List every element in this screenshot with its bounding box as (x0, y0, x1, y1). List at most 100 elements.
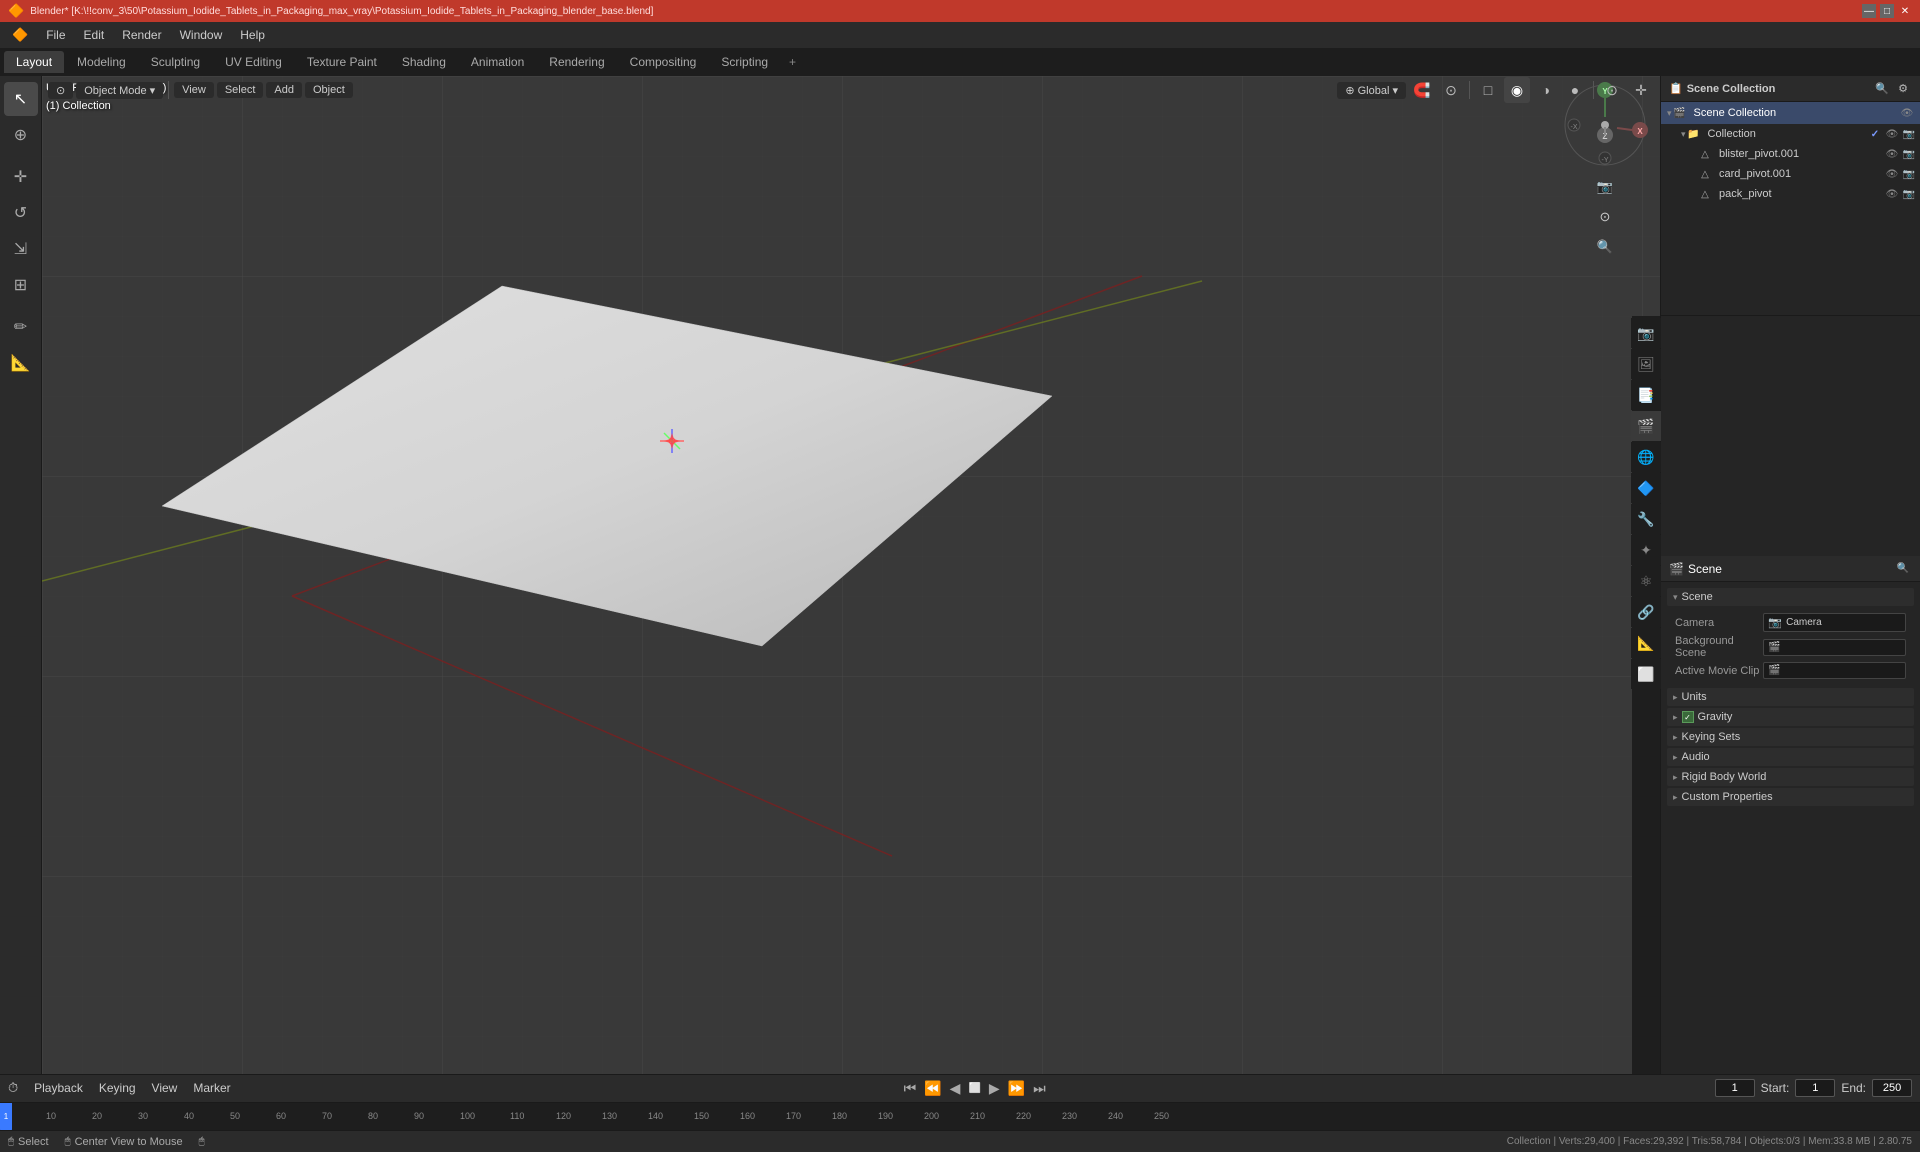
step-back-button[interactable]: ⏪ (922, 1078, 943, 1099)
pack-visibility-icon[interactable]: 👁 (1885, 187, 1899, 201)
gravity-checkbox[interactable]: ✓ (1682, 711, 1694, 723)
custom-props-header[interactable]: ▸ Custom Properties (1667, 788, 1914, 806)
prop-tab-material[interactable]: ⬜ (1631, 659, 1661, 689)
play-reverse-button[interactable]: ◀ (948, 1078, 963, 1099)
tab-uv-editing[interactable]: UV Editing (213, 51, 294, 73)
outliner-filter-button[interactable]: ⚙ (1894, 80, 1912, 98)
tab-scripting[interactable]: Scripting (709, 51, 780, 73)
prop-tab-physics[interactable]: ⚛ (1631, 566, 1661, 596)
audio-header[interactable]: ▸ Audio (1667, 748, 1914, 766)
object-menu[interactable]: Object (305, 82, 353, 98)
scene-section-header[interactable]: ▾ Scene (1667, 588, 1914, 606)
menu-edit[interactable]: Edit (76, 26, 113, 44)
main-viewport[interactable]: User Perspective (Local) (1) Collection … (42, 76, 1660, 1092)
tab-shading[interactable]: Shading (390, 51, 458, 73)
close-button[interactable]: ✕ (1898, 4, 1912, 18)
prop-tab-render[interactable]: 📷 (1631, 318, 1661, 348)
card-visibility-icon[interactable]: 👁 (1885, 167, 1899, 181)
jump-end-button[interactable]: ⏭ (1031, 1078, 1048, 1099)
maximize-button[interactable]: □ (1880, 4, 1894, 18)
viewport-shading-solid[interactable]: ◉ (1504, 77, 1530, 103)
select-tool-button[interactable]: ↖ (4, 82, 38, 116)
tab-modeling[interactable]: Modeling (65, 51, 138, 73)
tab-sculpting[interactable]: Sculpting (139, 51, 212, 73)
zoom-fit-button[interactable]: ⊙ (1592, 204, 1618, 230)
play-button[interactable]: ▶ (987, 1078, 1002, 1099)
prop-tab-scene[interactable]: 🎬 (1631, 411, 1661, 441)
cursor-tool-button[interactable]: ⊕ (4, 118, 38, 152)
viewport-shading-wire[interactable]: □ (1475, 77, 1501, 103)
marker-menu[interactable]: Marker (189, 1081, 234, 1095)
select-menu[interactable]: Select (217, 82, 264, 98)
proportional-edit[interactable]: ⊙ (1438, 77, 1464, 103)
transform-tool-button[interactable]: ⊞ (4, 268, 38, 302)
tab-rendering[interactable]: Rendering (537, 51, 616, 73)
menu-blender[interactable]: 🔶 (4, 25, 36, 45)
props-search[interactable]: 🔍 (1894, 560, 1912, 578)
tab-layout[interactable]: Layout (4, 51, 64, 73)
outliner-blister-pivot[interactable]: △ blister_pivot.001 👁 📷 (1693, 144, 1920, 164)
camera-value[interactable]: 📷 Camera (1763, 613, 1906, 632)
outliner-scene-collection[interactable]: ▾ 🎬 Scene Collection 👁 (1661, 102, 1920, 124)
prop-tab-modifier[interactable]: 🔧 (1631, 504, 1661, 534)
object-mode-dropdown[interactable]: Object Mode ▾ (76, 82, 163, 99)
prop-tab-output[interactable]: 🖼 (1631, 349, 1661, 379)
outliner-pack-pivot[interactable]: △ pack_pivot 👁 📷 (1693, 184, 1920, 204)
move-tool-button[interactable]: ✛ (4, 160, 38, 194)
add-menu[interactable]: Add (266, 82, 302, 98)
units-section-header[interactable]: ▸ Units (1667, 688, 1914, 706)
step-forward-button[interactable]: ⏩ (1006, 1078, 1027, 1099)
editor-type-menu[interactable]: ⊙ (48, 82, 73, 99)
menu-render[interactable]: Render (114, 26, 169, 44)
visibility-icon[interactable]: 👁 (1900, 106, 1914, 120)
active-clip-value[interactable]: 🎬 (1763, 662, 1906, 679)
jump-start-button[interactable]: ⏮ (902, 1078, 919, 1099)
outliner-card-pivot[interactable]: △ card_pivot.001 👁 📷 (1693, 164, 1920, 184)
measure-tool-button[interactable]: 📐 (4, 346, 38, 380)
gravity-section-header[interactable]: ▸ ✓ Gravity (1667, 708, 1914, 726)
prop-tab-data[interactable]: 📐 (1631, 628, 1661, 658)
viewport-shading-render[interactable]: ● (1562, 77, 1588, 103)
viewport-canvas[interactable]: User Perspective (Local) (1) Collection … (42, 76, 1660, 1092)
scale-tool-button[interactable]: ⇲ (4, 232, 38, 266)
tab-compositing[interactable]: Compositing (618, 51, 709, 73)
prop-tab-view-layer[interactable]: 📑 (1631, 380, 1661, 410)
card-render-icon[interactable]: 📷 (1902, 167, 1916, 181)
collection-render-icon[interactable]: 📷 (1902, 127, 1916, 141)
keying-menu[interactable]: Keying (95, 1081, 140, 1095)
blister-render-icon[interactable]: 📷 (1902, 147, 1916, 161)
playback-menu[interactable]: Playback (30, 1081, 87, 1095)
outliner-collection-item[interactable]: ▾ 📁 Collection ✓ 👁 📷 (1677, 124, 1920, 144)
stop-button[interactable]: ⬜ (966, 1081, 982, 1096)
tab-animation[interactable]: Animation (459, 51, 536, 73)
outliner-search-button[interactable]: 🔍 (1873, 80, 1891, 98)
camera-view-button[interactable]: 📷 (1592, 174, 1618, 200)
start-frame-input[interactable] (1795, 1079, 1835, 1097)
global-local-toggle[interactable]: ⊕ Global ▾ (1337, 82, 1406, 99)
collection-exclude-icon[interactable]: ✓ (1868, 127, 1882, 141)
current-frame-input[interactable] (1715, 1079, 1755, 1097)
menu-file[interactable]: File (38, 26, 73, 44)
end-frame-input[interactable] (1872, 1079, 1912, 1097)
prop-tab-particles[interactable]: ✦ (1631, 535, 1661, 565)
collection-visibility-icon[interactable]: 👁 (1885, 127, 1899, 141)
viewport-shading-material[interactable]: ◑ (1533, 77, 1559, 103)
background-scene-value[interactable]: 🎬 (1763, 639, 1906, 656)
menu-window[interactable]: Window (172, 26, 231, 44)
blister-visibility-icon[interactable]: 👁 (1885, 147, 1899, 161)
lock-view-button[interactable]: 🔍 (1592, 234, 1618, 260)
menu-help[interactable]: Help (232, 26, 273, 44)
rigid-body-header[interactable]: ▸ Rigid Body World (1667, 768, 1914, 786)
keying-sets-header[interactable]: ▸ Keying Sets (1667, 728, 1914, 746)
prop-tab-object[interactable]: 🔷 (1631, 473, 1661, 503)
prop-tab-constraints[interactable]: 🔗 (1631, 597, 1661, 627)
gizmos-toggle[interactable]: ✛ (1628, 77, 1654, 103)
snap-toggle[interactable]: 🧲 (1409, 77, 1435, 103)
tab-texture-paint[interactable]: Texture Paint (295, 51, 389, 73)
pack-render-icon[interactable]: 📷 (1902, 187, 1916, 201)
tab-add-button[interactable]: + (781, 51, 804, 73)
minimize-button[interactable]: — (1862, 4, 1876, 18)
overlays-toggle[interactable]: ⊙ (1599, 77, 1625, 103)
prop-tab-world[interactable]: 🌐 (1631, 442, 1661, 472)
view-menu[interactable]: View (174, 82, 214, 98)
